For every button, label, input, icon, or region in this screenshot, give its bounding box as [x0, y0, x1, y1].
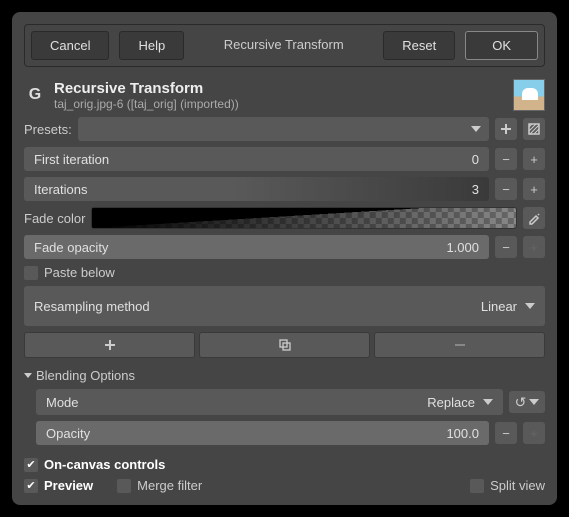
fade-color-label: Fade color [24, 211, 85, 226]
presets-label: Presets: [24, 122, 72, 137]
preset-manage-button[interactable] [523, 118, 545, 140]
preview-thumbnail[interactable] [513, 79, 545, 111]
help-button[interactable]: Help [119, 31, 184, 60]
dialog: Cancel Help Recursive Transform Reset OK… [12, 12, 557, 505]
chevron-down-icon [529, 399, 539, 405]
merge-label: Merge filter [137, 478, 202, 493]
iterations-plus[interactable]: + [523, 178, 545, 200]
presets-combo[interactable] [78, 117, 489, 141]
fade-opacity-label: Fade opacity [34, 240, 108, 255]
fade-opacity-minus[interactable]: − [495, 236, 517, 258]
blending-header[interactable]: Blending Options [24, 368, 545, 383]
first-iteration-plus[interactable]: + [523, 148, 545, 170]
action-bar: Cancel Help Recursive Transform Reset OK [24, 24, 545, 67]
opacity-label: Opacity [46, 426, 90, 441]
oncanvas-label: On-canvas controls [44, 457, 165, 472]
fade-color-picker[interactable] [523, 207, 545, 229]
transform-remove-button[interactable] [374, 332, 545, 358]
expander-icon [24, 373, 32, 378]
chevron-down-icon [483, 399, 493, 405]
fade-opacity-spin[interactable]: Fade opacity 1.000 [24, 235, 489, 259]
opacity-minus[interactable]: − [495, 422, 517, 444]
opacity-value: 100.0 [446, 426, 479, 441]
fade-opacity-value: 1.000 [446, 240, 479, 255]
first-iteration-minus[interactable]: − [495, 148, 517, 170]
chevron-down-icon [525, 303, 535, 309]
presets-row: Presets: [24, 117, 545, 141]
split-check[interactable] [470, 479, 484, 493]
opacity-spin[interactable]: Opacity 100.0 [36, 421, 489, 445]
preview-label: Preview [44, 478, 93, 493]
chevron-down-icon [471, 126, 481, 132]
iterations-spin[interactable]: Iterations 3 [24, 177, 489, 201]
first-iteration-spin[interactable]: First iteration 0 [24, 147, 489, 171]
preset-add-button[interactable] [495, 118, 517, 140]
filter-title: Recursive Transform [54, 80, 239, 97]
first-iteration-value: 0 [472, 152, 479, 167]
resampling-label: Resampling method [34, 299, 150, 314]
preview-check[interactable] [24, 479, 38, 493]
first-iteration-label: First iteration [34, 152, 109, 167]
transform-add-button[interactable] [24, 332, 195, 358]
dialog-title-label: Recursive Transform [194, 31, 373, 60]
resampling-value: Linear [481, 299, 517, 314]
transform-buttons [24, 332, 545, 358]
mode-reset-button[interactable]: ↺ [509, 391, 545, 413]
header: G Recursive Transform taj_orig.jpg-6 ([t… [24, 79, 545, 111]
cancel-button[interactable]: Cancel [31, 31, 109, 60]
fade-opacity-plus: + [523, 236, 545, 258]
oncanvas-check[interactable] [24, 458, 38, 472]
reset-icon: ↺ [515, 394, 527, 411]
gegl-icon: G [24, 84, 46, 106]
iterations-minus[interactable]: − [495, 178, 517, 200]
mode-combo[interactable]: Mode Replace [36, 389, 503, 415]
split-label: Split view [490, 478, 545, 493]
blending-label: Blending Options [36, 368, 135, 383]
transform-duplicate-button[interactable] [199, 332, 370, 358]
paste-below-check[interactable] [24, 266, 38, 280]
fade-color-well[interactable] [91, 207, 517, 229]
iterations-label: Iterations [34, 182, 87, 197]
mode-value: Replace [427, 395, 475, 410]
drawable-subtitle: taj_orig.jpg-6 ([taj_orig] (imported)) [54, 97, 239, 111]
mode-label: Mode [46, 395, 79, 410]
opacity-plus: + [523, 422, 545, 444]
resampling-combo[interactable]: Resampling method Linear [24, 286, 545, 326]
merge-check[interactable] [117, 479, 131, 493]
ok-button[interactable]: OK [465, 31, 538, 60]
paste-below-label: Paste below [44, 265, 115, 280]
iterations-value: 3 [472, 182, 479, 197]
reset-button[interactable]: Reset [383, 31, 455, 60]
